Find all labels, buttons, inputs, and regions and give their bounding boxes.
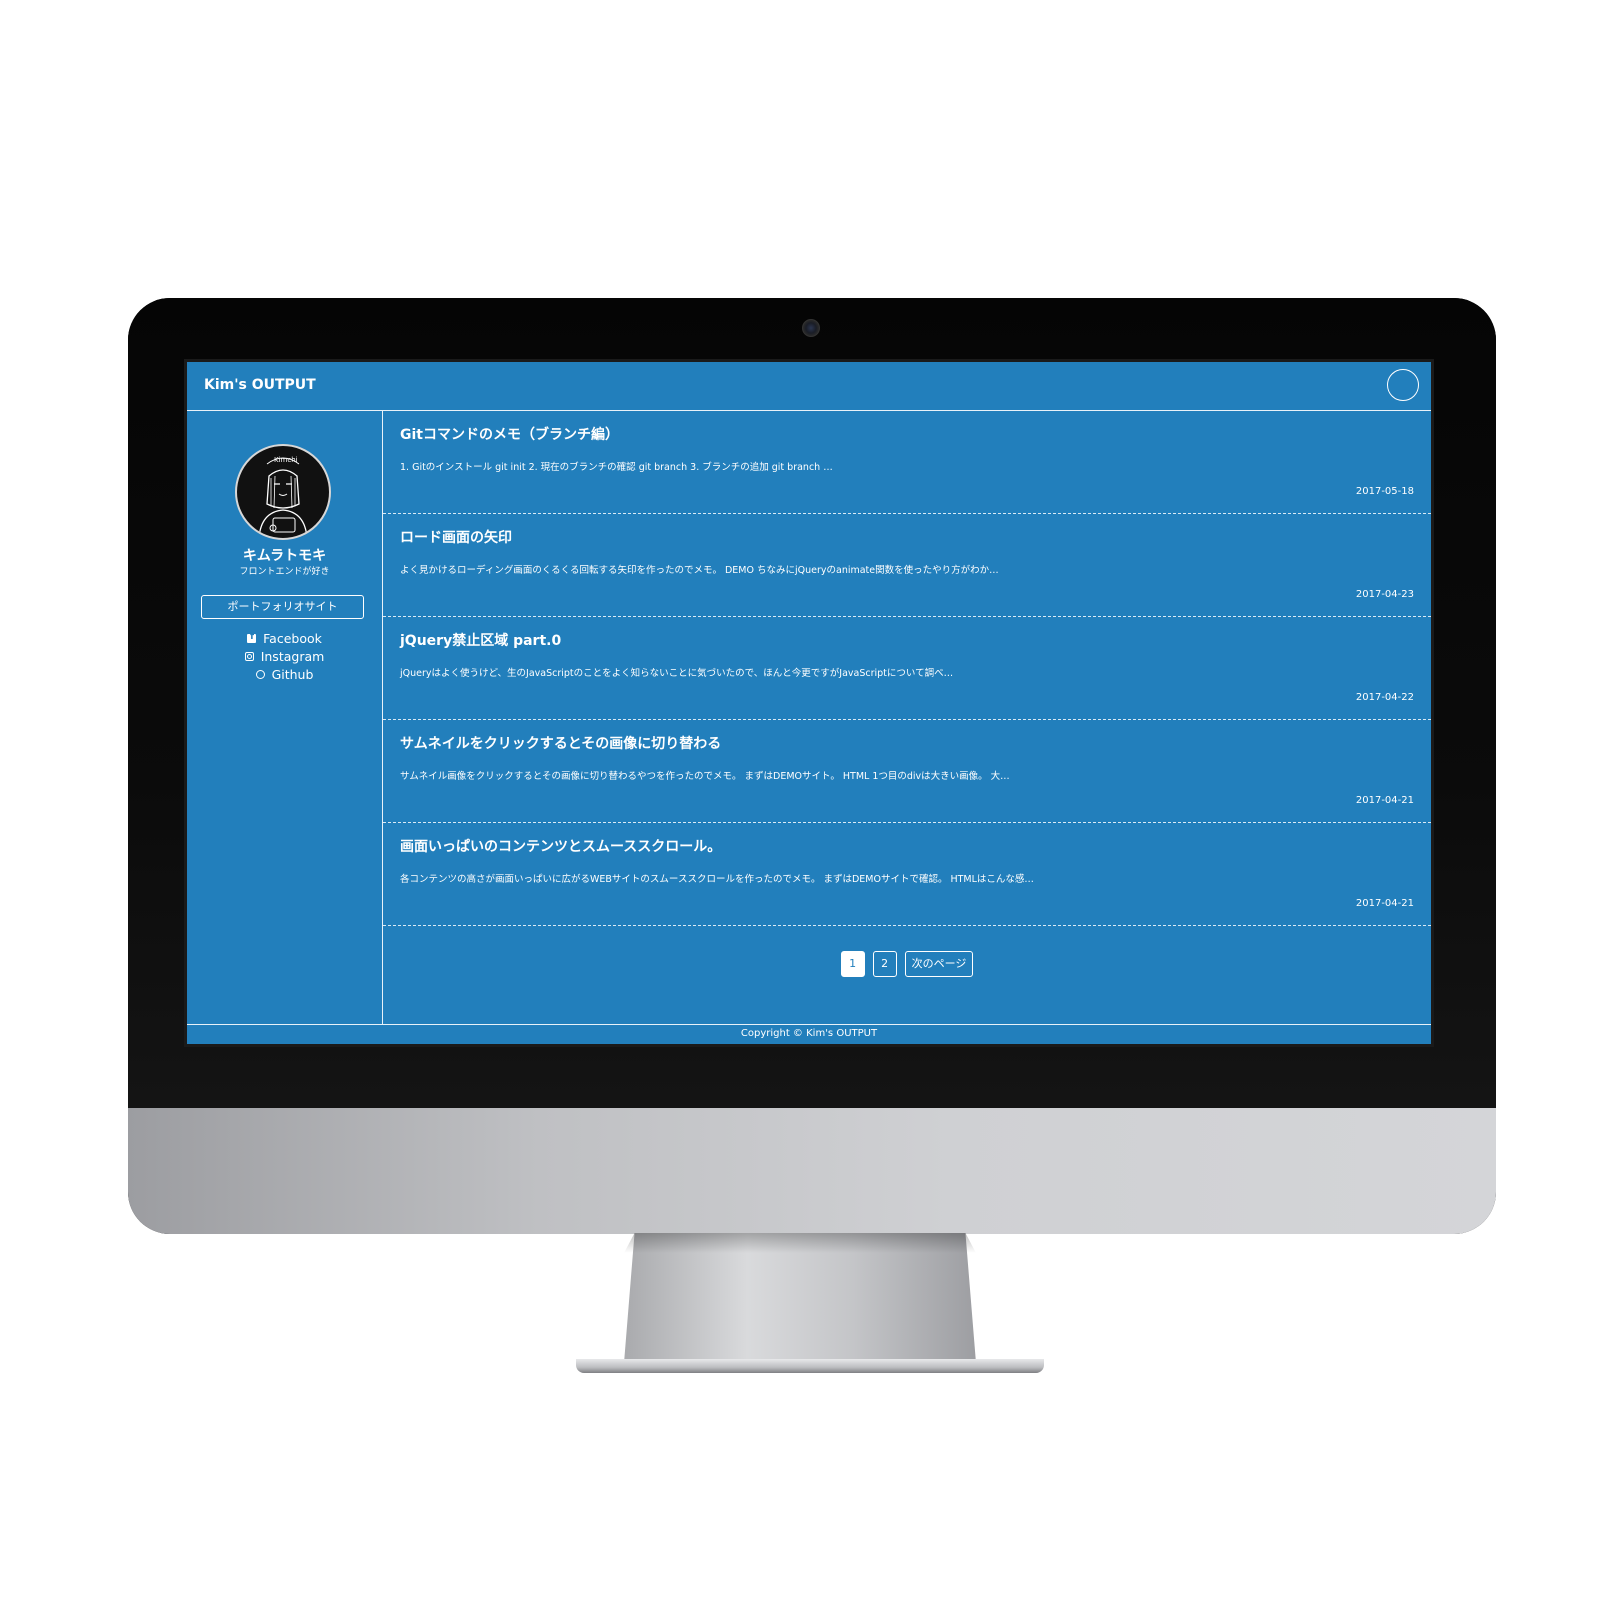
instagram-label: Instagram (260, 648, 325, 664)
avatar: Kimchi (235, 444, 331, 540)
instagram-link[interactable]: Instagram (187, 647, 382, 665)
post-excerpt: 各コンテンツの高さが画面いっぱいに広がるWEBサイトのスムーススクロールを作った… (400, 874, 1034, 885)
menu-button[interactable] (1387, 369, 1419, 401)
post-item[interactable]: ロード画面の矢印 よく見かけるローディング画面のくるくる回転する矢印を作ったので… (383, 514, 1431, 617)
post-date: 2017-04-21 (1355, 795, 1414, 806)
facebook-link[interactable]: Facebook (187, 629, 382, 647)
monitor-base (576, 1359, 1044, 1373)
github-link[interactable]: Github (187, 665, 382, 683)
site-title[interactable]: Kim's OUTPUT (204, 377, 316, 393)
page-1-button[interactable]: 1 (840, 951, 865, 977)
post-date: 2017-04-22 (1355, 692, 1414, 703)
avatar-text: Kimchi (274, 456, 298, 464)
post-date: 2017-05-18 (1355, 486, 1414, 497)
post-item[interactable]: jQuery禁止区域 part.0 jQueryはよく使うけど、生のJavaSc… (383, 617, 1431, 720)
post-title[interactable]: サムネイルをクリックするとその画像に切り替わる (400, 733, 721, 753)
post-date: 2017-04-21 (1355, 898, 1414, 909)
post-excerpt: サムネイル画像をクリックするとその画像に切り替わるやつを作ったのでメモ。 まずは… (400, 771, 1010, 782)
post-title[interactable]: ロード画面の矢印 (400, 527, 512, 547)
next-page-button[interactable]: 次のページ (904, 951, 974, 977)
profile-tagline: フロントエンドが好き (239, 567, 330, 577)
webcam-icon (802, 319, 820, 337)
post-title[interactable]: jQuery禁止区域 part.0 (400, 630, 561, 650)
avatar-illustration: Kimchi (258, 456, 308, 538)
post-excerpt: jQueryはよく使うけど、生のJavaScriptのことをよく知らないことに気… (400, 668, 954, 679)
facebook-label: Facebook (263, 630, 322, 646)
post-excerpt: 1. Gitのインストール git init 2. 現在のブランチの確認 git… (400, 462, 833, 473)
site-header: Kim's OUTPUT (187, 362, 1431, 411)
post-title[interactable]: Gitコマンドのメモ（ブランチ編） (400, 424, 619, 444)
post-title[interactable]: 画面いっぱいのコンテンツとスムーススクロール。 (400, 836, 721, 856)
post-item[interactable]: サムネイルをクリックするとその画像に切り替わる サムネイル画像をクリックするとそ… (383, 720, 1431, 823)
post-list: Gitコマンドのメモ（ブランチ編） 1. Gitのインストール git init… (383, 411, 1431, 1025)
site-footer: Copyright © Kim's OUTPUT (187, 1024, 1431, 1044)
social-links: Facebook Instagram Github (187, 629, 382, 683)
post-item[interactable]: Gitコマンドのメモ（ブランチ編） 1. Gitのインストール git init… (383, 411, 1431, 514)
post-item[interactable]: 画面いっぱいのコンテンツとスムーススクロール。 各コンテンツの高さが画面いっぱい… (383, 823, 1431, 926)
blog-screen: Kim's OUTPUT Kimchi キムラトモキ フロントエンドが好き ポー… (184, 359, 1434, 1047)
profile-name: キムラトモキ (242, 548, 327, 564)
monitor-chin (128, 1108, 1496, 1234)
instagram-icon (244, 651, 254, 661)
github-icon (255, 669, 265, 679)
pagination: 1 2 次のページ (383, 951, 1431, 977)
post-excerpt: よく見かけるローディング画面のくるくる回転する矢印を作ったのでメモ。 DEMO … (400, 565, 999, 576)
profile-sidebar: Kimchi キムラトモキ フロントエンドが好き ポートフォリオサイト Face… (187, 411, 383, 1025)
page-2-button[interactable]: 2 (872, 951, 897, 977)
portfolio-site-button[interactable]: ポートフォリオサイト (201, 595, 364, 619)
github-label: Github (271, 666, 314, 682)
facebook-icon (247, 632, 257, 643)
post-date: 2017-04-23 (1355, 589, 1414, 600)
monitor-stand-shadow (624, 1233, 976, 1253)
